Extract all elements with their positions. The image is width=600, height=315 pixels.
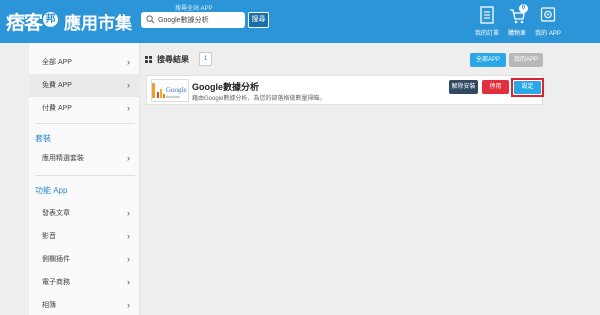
order-list-icon [480, 6, 494, 24]
pixnet-app-market-logo[interactable]: 痞客 邦 應用市集 [6, 7, 132, 35]
thumb-sub-text: Analytics [166, 95, 180, 99]
all-app-button[interactable]: 全部APP [470, 53, 506, 67]
chevron-right-icon: › [127, 57, 130, 67]
nav-cart[interactable]: 0 購物車 [500, 4, 534, 37]
search-result-card: Google Analytics Google數據分析 藉由Google數據分析… [146, 75, 544, 105]
sidebar-item-album[interactable]: 相簿 › [29, 294, 140, 315]
sidebar-item-bundle[interactable]: 應用精選套裝 › [29, 147, 140, 170]
search-input[interactable] [158, 12, 242, 28]
chevron-right-icon: › [127, 153, 130, 163]
disable-button[interactable]: 停用 [482, 80, 509, 94]
sidebar-item-label: 發表文章 [42, 210, 70, 217]
sidebar-section-function: 功能 App [35, 186, 68, 195]
grid-icon [145, 56, 152, 63]
chevron-right-icon: › [127, 254, 130, 264]
sidebar-item-label: 應用精選套裝 [42, 155, 84, 162]
thumb-logo-text: Google [166, 86, 187, 94]
chevron-right-icon: › [127, 103, 130, 113]
logo-badge: 邦 [43, 11, 59, 27]
sidebar-item-sidebar-plugin[interactable]: 側欄插件 › [29, 248, 140, 271]
search-box [141, 12, 245, 28]
settings-highlight-frame: 設定 [511, 78, 544, 97]
uninstall-button[interactable]: 解除安裝 [449, 80, 478, 94]
nav-my-orders[interactable]: 我的訂單 [470, 6, 504, 37]
sidebar-item-label: 相簿 [42, 302, 56, 309]
sidebar: 全部 APP › 免費 APP › 付費 APP › 套裝 應用精選套裝 › 功… [29, 43, 140, 315]
nav-my-orders-label: 我的訂單 [474, 31, 499, 37]
sidebar-item-label: 影音 [42, 233, 56, 240]
pagination-page-1[interactable]: 1 [199, 52, 212, 66]
chevron-right-icon: › [127, 277, 130, 287]
sidebar-item-free-app[interactable]: 免費 APP › [29, 74, 140, 97]
nav-my-app-label: 我的 APP [535, 31, 561, 37]
chevron-right-icon: › [127, 231, 130, 241]
sidebar-item-label: 電子商務 [42, 279, 70, 286]
nav-cart-label: 購物車 [507, 31, 526, 37]
chevron-right-icon: › [127, 300, 130, 310]
my-app-icon [540, 7, 556, 22]
sidebar-item-label: 側欄插件 [42, 256, 70, 263]
chevron-right-icon: › [127, 208, 130, 218]
sidebar-item-paid-app[interactable]: 付費 APP › [29, 97, 140, 120]
sidebar-item-label: 免費 APP [42, 82, 72, 89]
sidebar-item-label: 全部 APP [42, 59, 72, 66]
sidebar-item-post-article[interactable]: 發表文章 › [29, 202, 140, 225]
google-analytics-logo: Google Analytics [152, 80, 188, 101]
nav-my-app[interactable]: 我的 APP [531, 6, 565, 37]
sidebar-item-label: 付費 APP [42, 105, 72, 112]
app-title[interactable]: Google數據分析 [192, 80, 259, 93]
search-icon [146, 15, 155, 24]
sidebar-section-bundle: 套裝 [35, 134, 51, 143]
sidebar-divider [35, 175, 135, 176]
top-header-bar: 痞客 邦 應用市集 搜尋全站 APP 搜尋 我的訂單 0 購物車 [0, 0, 600, 43]
search-caption: 搜尋全站 APP [175, 6, 213, 12]
search-button[interactable]: 搜尋 [248, 12, 269, 28]
sidebar-item-video[interactable]: 影音 › [29, 225, 140, 248]
my-app-button[interactable]: 我的APP [509, 53, 543, 67]
sidebar-item-ecommerce[interactable]: 電子商務 › [29, 271, 140, 294]
page-title: 搜尋結果 [157, 55, 189, 64]
sidebar-item-all-app[interactable]: 全部 APP › [29, 51, 140, 74]
app-description: 藉由Google數據分析，為您的部落格做數量掃瞄。 [192, 96, 326, 102]
sidebar-divider [35, 123, 135, 124]
chevron-right-icon: › [127, 80, 130, 90]
logo-text-right: 應用市集 [64, 13, 133, 34]
settings-button[interactable]: 設定 [514, 81, 541, 94]
app-thumbnail[interactable]: Google Analytics [151, 79, 189, 102]
cart-count-badge: 0 [519, 4, 528, 13]
logo-text-left: 痞客 [6, 11, 43, 34]
